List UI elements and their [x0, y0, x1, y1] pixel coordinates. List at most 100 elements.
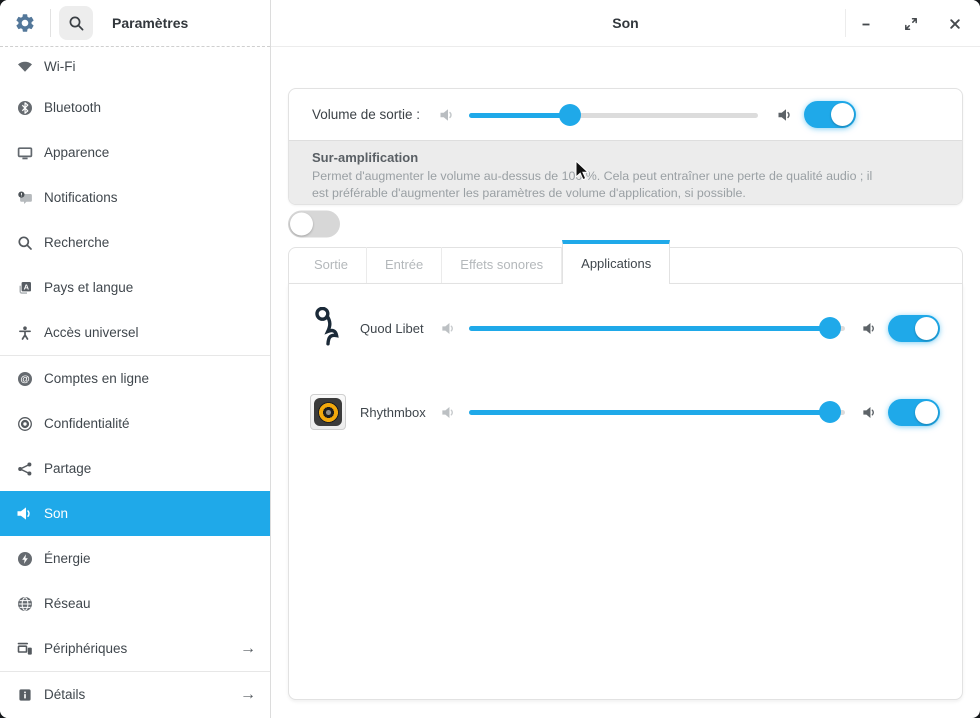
volume-high-icon [861, 404, 878, 421]
sidebar-item-energie[interactable]: Énergie [0, 536, 270, 581]
slider-fill [469, 326, 830, 331]
power-icon [16, 550, 33, 567]
sidebar-item-peripheriques[interactable]: Périphériques → [0, 626, 270, 671]
output-volume-slider[interactable] [469, 103, 758, 127]
tab-sortie[interactable]: Sortie [296, 247, 367, 283]
sidebar-item-confidentialite[interactable]: Confidentialité [0, 401, 270, 446]
share-icon [16, 460, 33, 477]
sidebar-item-notifications[interactable]: Notifications [0, 175, 270, 220]
notification-bubble-icon [16, 189, 33, 206]
sidebar-item-label: Bluetooth [44, 100, 101, 115]
quodlibet-app-icon [309, 309, 347, 347]
sidebar-item-acces-universel[interactable]: Accès universel [0, 310, 270, 355]
search-icon [16, 234, 33, 251]
minimize-button[interactable] [852, 10, 880, 38]
app-name: Rhythmbox [360, 405, 436, 420]
wifi-icon [16, 58, 33, 75]
display-icon [16, 144, 33, 161]
tabstrip: Sortie Entrée Effets sonores Application… [296, 240, 670, 283]
restore-button[interactable] [897, 10, 925, 38]
over-amplification-toggle[interactable] [288, 210, 340, 237]
tab-applications[interactable]: Applications [562, 240, 670, 284]
volume-low-icon [440, 320, 457, 337]
slider-knob[interactable] [559, 104, 581, 126]
restore-icon [903, 16, 919, 32]
toggle-knob [831, 103, 854, 126]
output-volume-toggle[interactable] [804, 101, 856, 128]
accessibility-icon [16, 324, 33, 341]
header-separator [50, 9, 51, 37]
mouse-cursor [575, 160, 591, 187]
bluetooth-icon [16, 99, 33, 116]
app-volume-toggle[interactable] [888, 315, 940, 342]
app-volume-row: Rhythmbox [309, 387, 940, 437]
app-volume-toggle[interactable] [888, 399, 940, 426]
tab-effets-sonores[interactable]: Effets sonores [442, 247, 562, 283]
slider-fill [469, 113, 570, 118]
online-accounts-icon: @ [16, 370, 33, 387]
app-volume-row: Quod Libet [309, 303, 940, 353]
sidebar-item-reseau[interactable]: Réseau [0, 581, 270, 626]
sidebar-item-label: Recherche [44, 235, 109, 250]
sidebar-item-label: Périphériques [44, 641, 127, 656]
sidebar-item-apparence[interactable]: Apparence [0, 130, 270, 175]
controls-separator [845, 9, 846, 37]
sidebar-item-label: Partage [44, 461, 91, 476]
sidebar-item-label: Comptes en ligne [44, 371, 149, 386]
output-volume-label: Volume de sortie : [312, 107, 420, 122]
search-button[interactable] [59, 6, 93, 40]
app-name: Quod Libet [360, 321, 436, 336]
volume-high-icon [861, 320, 878, 337]
sidebar-headerbar: Paramètres [0, 0, 270, 47]
sidebar: Wi-Fi Bluetooth Apparence Notifications … [0, 47, 270, 718]
sound-notebook: Sortie Entrée Effets sonores Application… [288, 240, 963, 700]
privacy-icon [16, 415, 33, 432]
over-amplification-section: Sur-amplification Permet d'augmenter le … [289, 140, 962, 204]
tab-entree[interactable]: Entrée [367, 247, 442, 283]
sound-icon [16, 505, 33, 522]
slider-knob[interactable] [819, 317, 841, 339]
app-volume-slider[interactable] [469, 400, 845, 424]
sidebar-item-comptes[interactable]: @ Comptes en ligne [0, 356, 270, 401]
output-volume-card: Volume de sortie : Sur-amplification Per… [288, 88, 963, 205]
settings-window: Paramètres Son Wi-Fi Bluetooth Apparence [0, 0, 980, 718]
sidebar-item-label: Confidentialité [44, 416, 130, 431]
sidebar-item-details[interactable]: Détails → [0, 672, 270, 717]
chevron-right-icon: → [240, 640, 256, 658]
sidebar-item-label: Énergie [44, 551, 91, 566]
sidebar-item-wifi[interactable]: Wi-Fi [0, 47, 270, 85]
app-volume-slider[interactable] [469, 316, 845, 340]
sidebar-border [270, 0, 271, 718]
toggle-knob [290, 212, 313, 235]
volume-low-icon [438, 106, 456, 124]
volume-high-icon [776, 106, 794, 124]
sidebar-item-label: Son [44, 506, 68, 521]
devices-icon [16, 640, 33, 657]
chevron-right-icon: → [240, 686, 256, 704]
main-headerbar: Son [271, 0, 980, 47]
toggle-knob [915, 317, 938, 340]
over-amplification-title: Sur-amplification [312, 150, 939, 165]
over-amplification-description: Permet d'augmenter le volume au-dessus d… [312, 168, 878, 201]
svg-text:A: A [23, 282, 29, 291]
rhythmbox-app-icon [309, 393, 347, 431]
slider-knob[interactable] [819, 401, 841, 423]
sidebar-item-pays-langue[interactable]: A Pays et langue [0, 265, 270, 310]
minimize-icon [859, 17, 873, 31]
info-icon [16, 686, 33, 703]
sidebar-item-partage[interactable]: Partage [0, 446, 270, 491]
volume-low-icon [440, 404, 457, 421]
applications-tab-panel: Quod Libet Rhythmbox [288, 283, 963, 700]
network-globe-icon [16, 595, 33, 612]
sidebar-item-label: Wi-Fi [44, 59, 75, 74]
sidebar-item-recherche[interactable]: Recherche [0, 220, 270, 265]
sidebar-item-label: Accès universel [44, 325, 139, 340]
close-button[interactable] [941, 10, 969, 38]
sidebar-item-label: Détails [44, 687, 85, 702]
svg-text:@: @ [20, 374, 29, 385]
sidebar-item-son[interactable]: Son [0, 491, 270, 536]
sidebar-item-bluetooth[interactable]: Bluetooth [0, 85, 270, 130]
output-volume-row: Volume de sortie : [289, 89, 962, 140]
toggle-knob [915, 401, 938, 424]
close-icon [948, 17, 962, 31]
